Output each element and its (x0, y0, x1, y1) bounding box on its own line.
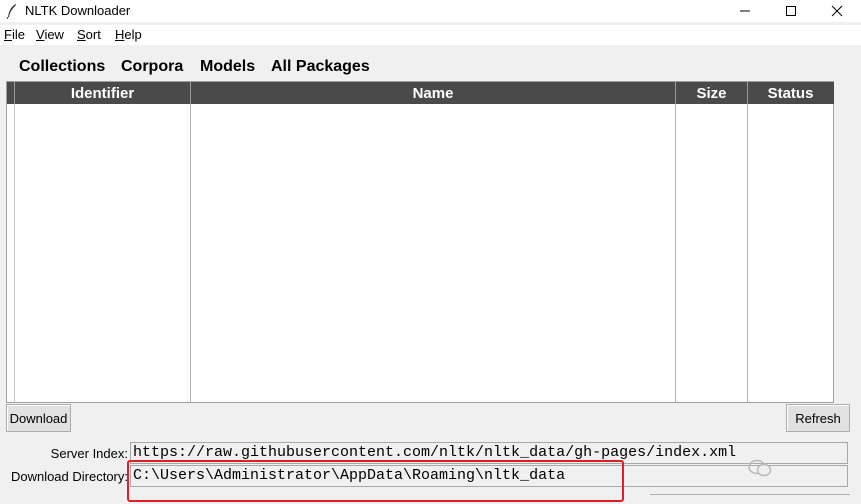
menu-bar: File View Sort Help (0, 25, 861, 45)
close-button[interactable] (814, 0, 860, 22)
column-divider (675, 104, 676, 402)
tab-models[interactable]: Models (200, 58, 255, 76)
window-title: NLTK Downloader (25, 3, 131, 18)
watermark (748, 456, 848, 482)
tab-collections[interactable]: Collections (19, 58, 105, 76)
menu-view[interactable]: View (36, 27, 64, 42)
package-table[interactable]: Identifier Name Size Status (6, 81, 835, 403)
package-tabs: Collections Corpora Models All Packages (0, 58, 861, 80)
table-scrollbar[interactable] (834, 81, 852, 403)
maximize-icon (786, 6, 796, 16)
tab-corpora[interactable]: Corpora (121, 58, 183, 76)
download-button[interactable]: Download (6, 404, 71, 432)
menu-sort[interactable]: Sort (77, 27, 101, 42)
tab-all-packages[interactable]: All Packages (271, 58, 370, 76)
chat-bubble-icon (748, 458, 772, 483)
column-header-status[interactable]: Status (748, 82, 833, 104)
column-header-identifier[interactable]: Identifier (15, 82, 191, 104)
highlight-annotation (127, 460, 624, 502)
header-row-marker (7, 82, 15, 104)
column-divider (190, 104, 191, 402)
download-directory-label: Download Directory: (10, 469, 128, 484)
refresh-button[interactable]: Refresh (786, 404, 850, 432)
column-divider (747, 104, 748, 402)
menu-help[interactable]: Help (115, 27, 142, 42)
status-bar-edge (650, 494, 850, 504)
maximize-button[interactable] (768, 0, 814, 22)
column-header-name[interactable]: Name (191, 82, 676, 104)
table-header: Identifier Name Size Status (7, 82, 835, 104)
menu-file[interactable]: File (4, 27, 25, 42)
column-header-size[interactable]: Size (676, 82, 748, 104)
title-bar: NLTK Downloader (0, 0, 861, 22)
row-marker-column (7, 104, 15, 402)
minimize-icon (740, 10, 750, 12)
close-icon (831, 5, 843, 17)
minimize-button[interactable] (722, 0, 768, 22)
server-index-label: Server Index: (50, 446, 128, 461)
feather-icon (5, 3, 19, 20)
